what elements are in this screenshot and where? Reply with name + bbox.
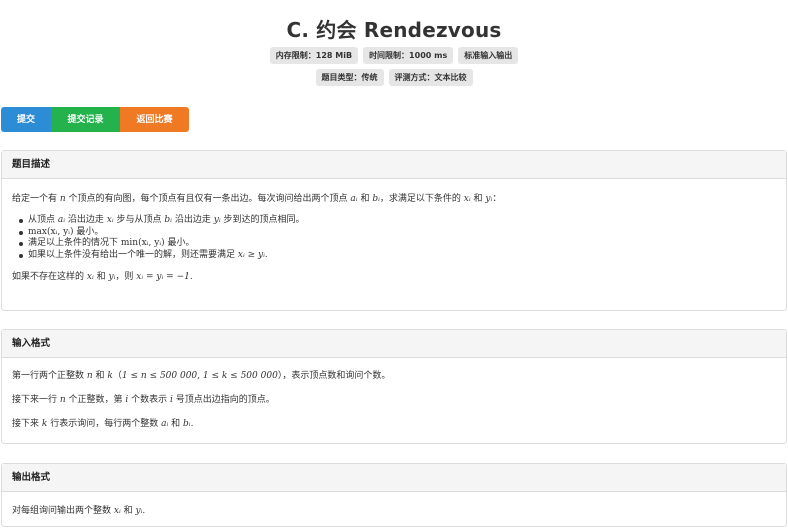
judge-method-tag: 评测方式：文本比较 xyxy=(388,69,473,86)
list-item: 从顶点 aᵢ 沿出边走 xᵢ 步与从顶点 bᵢ 沿出边走 yᵢ 步到达的顶点相同… xyxy=(19,215,776,227)
type-tags: 题目类型：传统 评测方式：文本比较 xyxy=(0,69,788,86)
memory-limit-tag: 内存限制：128 MiB xyxy=(269,47,359,64)
problem-type-tag: 题目类型：传统 xyxy=(315,69,384,86)
output-format-heading: 输出格式 xyxy=(2,464,786,492)
submit-button[interactable]: 提交 xyxy=(1,107,51,132)
problem-title: C. 约会 Rendezvous xyxy=(286,18,502,42)
list-item: max(xᵢ, yᵢ) 最小。 xyxy=(19,227,776,239)
condition-list: 从顶点 aᵢ 沿出边走 xᵢ 步与从顶点 bᵢ 沿出边走 yᵢ 步到达的顶点相同… xyxy=(12,215,776,261)
limit-tags: 内存限制：128 MiB 时间限制：1000 ms 标准输入输出 xyxy=(0,47,788,64)
list-item: 满足以上条件的情况下 min(xᵢ, yᵢ) 最小。 xyxy=(19,238,776,250)
submission-records-button[interactable]: 提交记录 xyxy=(51,107,120,132)
no-solution-paragraph: 如果不存在这样的 xᵢ 和 yᵢ，则 xᵢ = yᵢ = −1. xyxy=(12,272,193,282)
description-paragraph: 给定一个有 n 个顶点的有向图，每个顶点有且仅有一条出边。每次询问给出两个顶点 … xyxy=(12,194,502,204)
time-limit-tag: 时间限制：1000 ms xyxy=(363,47,454,64)
input-line-1: 第一行两个正整数 n 和 k（1 ≤ n ≤ 500 000, 1 ≤ k ≤ … xyxy=(12,371,391,381)
action-button-group: 提交 提交记录 返回比赛 xyxy=(1,107,189,132)
input-format-heading: 输入格式 xyxy=(2,330,786,358)
input-line-2: 接下来一行 n 个正整数，第 i 个数表示 i 号顶点出边指向的顶点。 xyxy=(12,395,275,405)
output-format-panel: 输出格式 对每组询问输出两个整数 xᵢ 和 yᵢ. xyxy=(1,463,787,527)
output-line-1: 对每组询问输出两个整数 xᵢ 和 yᵢ. xyxy=(12,506,146,516)
list-item: 如果以上条件没有给出一个唯一的解，则还需要满足 xᵢ ≥ yᵢ. xyxy=(19,250,776,262)
description-panel: 题目描述 给定一个有 n 个顶点的有向图，每个顶点有且仅有一条出边。每次询问给出… xyxy=(1,150,787,311)
input-format-panel: 输入格式 第一行两个正整数 n 和 k（1 ≤ n ≤ 500 000, 1 ≤… xyxy=(1,329,787,444)
io-tag: 标准输入输出 xyxy=(458,47,519,64)
description-heading: 题目描述 xyxy=(2,151,786,179)
input-line-3: 接下来 k 行表示询问，每行两个整数 aᵢ 和 bᵢ. xyxy=(12,419,194,429)
back-to-contest-button[interactable]: 返回比赛 xyxy=(120,107,189,132)
